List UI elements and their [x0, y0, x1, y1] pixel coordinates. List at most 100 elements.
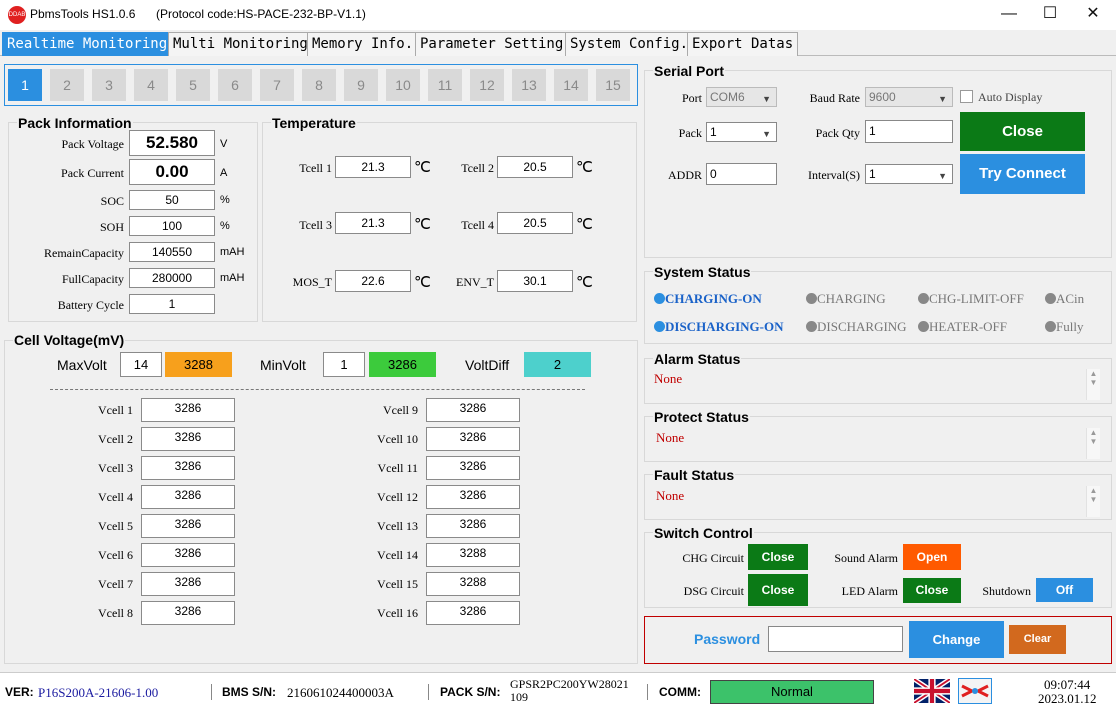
pack-label: Pack [678, 126, 702, 140]
ver-value: P16S200A-21606-1.00 [38, 685, 159, 700]
tab-parameter-setting[interactable]: Parameter Setting [415, 32, 569, 56]
status-separator [428, 684, 429, 700]
volt-diff-label: VoltDiff [465, 357, 510, 373]
temperature-title: Temperature [271, 115, 357, 131]
pack-current-label: Pack Current [61, 166, 124, 180]
pack-current-value: 0.00 [129, 159, 215, 185]
battery-cycle-value: 1 [129, 294, 215, 314]
vcell-label: Vcell 13 [377, 519, 418, 533]
disconnect-plug-icon[interactable] [958, 678, 992, 704]
status-dot-icon [1045, 293, 1056, 304]
alarm-status-value: None [654, 371, 683, 386]
cell-voltage-title: Cell Voltage(mV) [13, 332, 126, 348]
status-label: CHARGING-ON [665, 291, 762, 306]
pack-sn-line1: GPSR2PC200YW28021 [510, 677, 629, 691]
battery-cycle-label: Battery Cycle [57, 298, 124, 312]
tab-realtime-monitoring[interactable]: Realtime Monitoring [2, 32, 173, 56]
addr-input[interactable]: 0 [706, 163, 777, 185]
status-indicator: DISCHARGING [806, 319, 907, 335]
pack-sn-value: GPSR2PC200YW28021 109 [510, 678, 629, 704]
protect-status-value: None [656, 430, 685, 445]
vcell-value: 3286 [141, 543, 235, 567]
status-indicator: DISCHARGING-ON [654, 319, 783, 335]
pack-select[interactable]: 1 ▼ [706, 122, 777, 142]
port-select[interactable]: COM6 ▼ [706, 87, 777, 107]
vcell-label: Vcell 11 [377, 461, 418, 475]
uk-flag-icon[interactable] [914, 679, 950, 703]
maximize-icon[interactable]: ☐ [1027, 0, 1073, 30]
vcell-label: Vcell 1 [98, 403, 133, 417]
pack-button-7[interactable]: 7 [260, 69, 294, 101]
baud-rate-select[interactable]: 9600 ▼ [865, 87, 953, 107]
interval-select[interactable]: 1 ▼ [865, 164, 953, 184]
min-volt-value: 3286 [369, 352, 436, 377]
divider [50, 389, 585, 390]
try-connect-button[interactable]: Try Connect [960, 154, 1085, 194]
pack-button-1[interactable]: 1 [8, 69, 42, 101]
soc-label: SOC [100, 194, 124, 208]
serial-port-title: Serial Port [653, 63, 726, 79]
chevron-down-icon: ▼ [762, 129, 771, 139]
soc-value: 50 [129, 190, 215, 210]
fault-scrollbar[interactable]: ▲ ▼ [1086, 486, 1100, 517]
tab-system-config[interactable]: System Config. [565, 32, 694, 56]
dsg-circuit-button[interactable]: Close [748, 574, 808, 606]
vcell-label: Vcell 3 [98, 461, 133, 475]
minimize-icon[interactable]: — [986, 0, 1032, 30]
clear-password-button[interactable]: Clear [1009, 625, 1066, 654]
tcell1-value: 21.3 [335, 156, 411, 178]
password-input[interactable] [768, 626, 903, 652]
shutdown-button[interactable]: Off [1036, 578, 1093, 602]
auto-display-label: Auto Display [978, 90, 1043, 104]
alarm-status-title: Alarm Status [653, 351, 742, 367]
pack-button-12[interactable]: 12 [470, 69, 504, 101]
sound-alarm-label: Sound Alarm [834, 551, 898, 565]
status-label: DISCHARGING [817, 319, 907, 334]
system-status-title: System Status [653, 264, 752, 280]
pack-button-10[interactable]: 10 [386, 69, 420, 101]
protect-scrollbar[interactable]: ▲ ▼ [1086, 428, 1100, 459]
change-password-button[interactable]: Change [909, 621, 1004, 658]
pack-button-4[interactable]: 4 [134, 69, 168, 101]
pack-button-13[interactable]: 13 [512, 69, 546, 101]
pack-button-14[interactable]: 14 [554, 69, 588, 101]
vcell-label: Vcell 10 [377, 432, 418, 446]
pack-button-6[interactable]: 6 [218, 69, 252, 101]
led-alarm-button[interactable]: Close [903, 578, 961, 603]
pack-voltage-unit: V [220, 138, 228, 150]
pack-button-5[interactable]: 5 [176, 69, 210, 101]
tcell4-unit: ℃ [576, 216, 593, 233]
status-dot-icon [806, 321, 817, 332]
pack-qty-input[interactable]: 1 [865, 120, 953, 143]
tab-export-datas[interactable]: Export Datas [687, 32, 799, 56]
clock-date: 2023.01.12 [1038, 691, 1097, 706]
vcell-value: 3288 [426, 543, 520, 567]
sound-alarm-button[interactable]: Open [903, 544, 961, 570]
close-port-button[interactable]: Close [960, 112, 1085, 151]
tab-memory-info[interactable]: Memory Info. [307, 32, 419, 56]
remain-capacity-label: RemainCapacity [44, 246, 124, 260]
addr-label: ADDR [667, 168, 702, 182]
pack-button-15[interactable]: 15 [596, 69, 630, 101]
close-window-icon[interactable]: ✕ [1070, 0, 1116, 30]
vcell-value: 3286 [426, 485, 520, 509]
pack-button-3[interactable]: 3 [92, 69, 126, 101]
volt-diff-value: 2 [524, 352, 591, 377]
pack-button-9[interactable]: 9 [344, 69, 378, 101]
pack-button-11[interactable]: 11 [428, 69, 462, 101]
auto-display-checkbox[interactable] [960, 90, 973, 103]
tcell3-label: Tcell 3 [299, 218, 332, 232]
status-label: ACin [1056, 291, 1085, 306]
vcell-value: 3286 [141, 514, 235, 538]
tab-multi-monitoring[interactable]: Multi Monitoring [168, 32, 313, 56]
pack-button-8[interactable]: 8 [302, 69, 336, 101]
interval-label: Interval(S) [808, 168, 860, 182]
vcell-value: 3286 [141, 572, 235, 596]
mos-temp-unit: ℃ [414, 274, 431, 291]
app-logo-icon: DDAB [8, 6, 26, 24]
vcell-value: 3286 [141, 456, 235, 480]
remain-capacity-unit: mAH [220, 246, 245, 258]
chg-circuit-button[interactable]: Close [748, 544, 808, 570]
pack-button-2[interactable]: 2 [50, 69, 84, 101]
alarm-scrollbar[interactable]: ▲ ▼ [1086, 369, 1100, 400]
